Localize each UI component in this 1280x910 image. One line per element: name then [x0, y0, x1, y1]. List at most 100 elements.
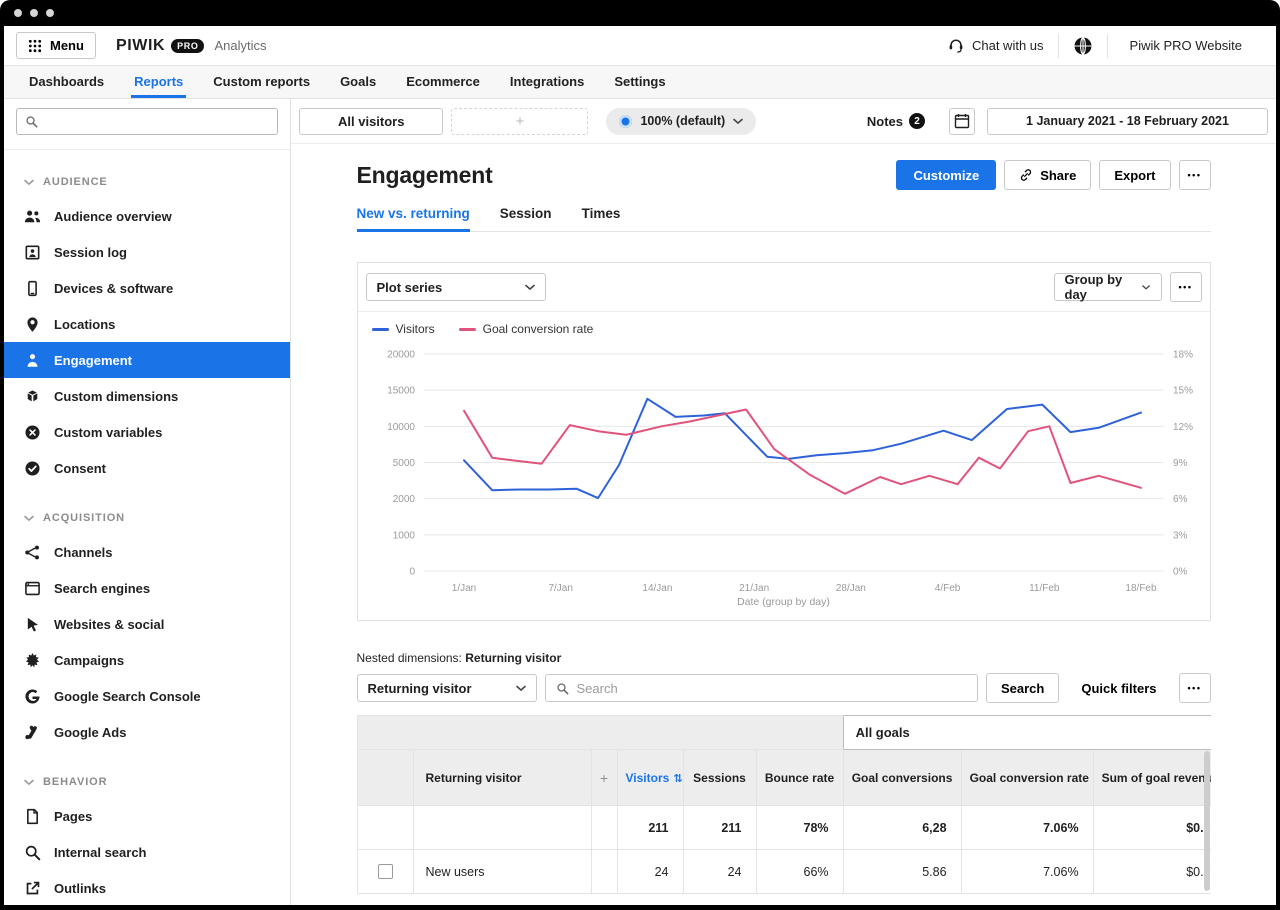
plot-series-label: Plot series	[377, 280, 443, 295]
table-more-button[interactable]: •••	[1179, 673, 1211, 703]
share-link-icon	[1019, 168, 1033, 182]
report-toolbar: All visitors + 100% (default) Notes 2	[291, 99, 1276, 144]
customize-button[interactable]: Customize	[896, 160, 996, 190]
column-header-goal-conversions[interactable]: Goal conversions	[843, 750, 961, 806]
group-by-select[interactable]: Group by day	[1054, 273, 1162, 301]
nav-tab-ecommerce[interactable]: Ecommerce	[391, 66, 495, 98]
sidebar-item-campaigns[interactable]: Campaigns	[4, 642, 290, 678]
nav-tab-settings[interactable]: Settings	[599, 66, 680, 98]
sidebar-item-pages[interactable]: Pages	[4, 798, 290, 834]
sidebar-item-google-search-console[interactable]: Google Search Console	[4, 678, 290, 714]
sidebar-item-custom-variables[interactable]: Custom variables	[4, 414, 290, 450]
sidebar-section-audience: AUDIENCE Audience overviewSession logDevi…	[4, 166, 290, 486]
channels-icon	[24, 544, 41, 561]
series-goal-conversion-rate	[464, 410, 1141, 494]
sidebar-item-google-ads[interactable]: Google Ads	[4, 714, 290, 750]
table-search-input[interactable]	[577, 681, 967, 696]
chart-more-button[interactable]: •••	[1170, 272, 1202, 302]
svg-text:9%: 9%	[1173, 458, 1188, 469]
sidebar-item-audience-overview[interactable]: Audience overview	[4, 198, 290, 234]
date-range-picker[interactable]: 1 January 2021 - 18 February 2021	[987, 108, 1268, 135]
sample-size-selector[interactable]: 100% (default)	[606, 108, 756, 135]
window-control-dot[interactable]	[30, 9, 38, 17]
column-header-bounce-rate[interactable]: Bounce rate	[756, 750, 843, 806]
chat-with-us-button[interactable]: Chat with us	[947, 37, 1044, 55]
sidebar-item-websites-social[interactable]: Websites & social	[4, 606, 290, 642]
row-value-cell: 5.86	[843, 850, 961, 894]
all-goals-header[interactable]: All goals	[843, 716, 1210, 750]
main-menu-button[interactable]: Menu	[16, 32, 96, 59]
nav-tab-goals[interactable]: Goals	[325, 66, 391, 98]
nav-tab-integrations[interactable]: Integrations	[495, 66, 599, 98]
piwik-pro-website-link[interactable]: Piwik PRO Website	[1122, 38, 1264, 53]
table-scrollbar[interactable]	[1204, 751, 1210, 891]
search-button[interactable]: Search	[986, 673, 1059, 703]
export-button[interactable]: Export	[1099, 160, 1170, 190]
column-header-sessions[interactable]: Sessions	[683, 750, 756, 806]
notes-button[interactable]: Notes 2	[867, 113, 925, 129]
sidebar-item-search-engines[interactable]: Search engines	[4, 570, 290, 606]
engagement-icon	[24, 352, 41, 369]
column-header-visitors[interactable]: Visitors⇅	[617, 750, 683, 806]
globe-icon[interactable]	[1073, 36, 1093, 56]
nav-tab-dashboards[interactable]: Dashboards	[14, 66, 119, 98]
add-segment-button[interactable]: +	[451, 108, 588, 135]
column-header-sum-of-goal-revenue[interactable]: Sum of goal revenue	[1093, 750, 1210, 806]
sidebar-item-locations[interactable]: Locations	[4, 306, 290, 342]
row-checkbox[interactable]	[378, 864, 393, 879]
consent-icon	[24, 460, 41, 477]
dimension-select[interactable]: Returning visitor	[357, 674, 537, 702]
sidebar-item-consent[interactable]: Consent	[4, 450, 290, 486]
calendar-button[interactable]	[949, 108, 975, 135]
group-by-label: Group by day	[1065, 272, 1133, 302]
column-header-goal-conversion-rate[interactable]: Goal conversion rate	[961, 750, 1093, 806]
more-icon: •••	[1179, 283, 1193, 292]
sidebar-item-channels[interactable]: Channels	[4, 534, 290, 570]
table-search-box[interactable]	[545, 674, 978, 702]
sidebar-section-header-acquisition[interactable]: ACQUISITION	[4, 502, 290, 534]
sidebar-item-engagement[interactable]: Engagement	[4, 342, 290, 378]
sidebar-item-internal-search[interactable]: Internal search	[4, 834, 290, 870]
chevron-down-icon	[733, 118, 743, 125]
legend-label: Goal conversion rate	[483, 322, 594, 336]
chart-x-axis-label: Date (group by day)	[358, 596, 1210, 620]
sidebar-item-label: Custom variables	[54, 425, 162, 440]
column-header-checkbox[interactable]	[357, 750, 413, 806]
legend-visitors[interactable]: Visitors	[372, 322, 435, 336]
websites-social-icon	[24, 616, 41, 633]
sidebar-item-session-log[interactable]: Session log	[4, 234, 290, 270]
more-actions-button[interactable]: •••	[1179, 160, 1211, 190]
sidebar-item-label: Google Ads	[54, 725, 126, 740]
svg-text:0: 0	[409, 567, 415, 578]
legend-goal-conversion-rate[interactable]: Goal conversion rate	[459, 322, 594, 336]
sidebar-search-input[interactable]	[45, 114, 269, 129]
sidebar-section-behavior: BEHAVIORPagesInternal searchOutlinks	[4, 766, 290, 905]
nav-tab-custom-reports[interactable]: Custom reports	[198, 66, 325, 98]
session-log-icon	[24, 244, 41, 261]
sidebar-search-box[interactable]	[16, 108, 278, 135]
sidebar-item-custom-dimensions[interactable]: Custom dimensions	[4, 378, 290, 414]
window-control-dot[interactable]	[46, 9, 54, 17]
nav-tab-reports[interactable]: Reports	[119, 66, 198, 98]
column-header-returning-visitor[interactable]: Returning visitor	[413, 750, 591, 806]
quick-filters-button[interactable]: Quick filters	[1067, 673, 1170, 703]
column-header-blank[interactable]: +	[591, 750, 617, 806]
sidebar-section-header-behavior[interactable]: BEHAVIOR	[4, 766, 290, 798]
row-value-cell: 66%	[756, 850, 843, 894]
google-ads-icon	[24, 724, 41, 741]
sidebar-section-title: AUDIENCE	[43, 176, 108, 188]
sidebar-item-outlinks[interactable]: Outlinks	[4, 870, 290, 905]
share-button[interactable]: Share	[1004, 160, 1091, 190]
sidebar-section-header-audience[interactable]: AUDIENCE	[4, 166, 290, 198]
all-visitors-segment-button[interactable]: All visitors	[299, 108, 443, 135]
logo-product-name: Analytics	[214, 38, 266, 53]
window-control-dot[interactable]	[14, 9, 22, 17]
row-value-cell: 211	[617, 806, 683, 850]
plot-series-select[interactable]: Plot series	[366, 273, 546, 301]
tab-new-vs-returning[interactable]: New vs. returning	[357, 206, 470, 231]
divider	[1107, 34, 1108, 58]
tab-times[interactable]: Times	[582, 206, 621, 231]
sidebar-item-devices-software[interactable]: Devices & software	[4, 270, 290, 306]
piwik-logo[interactable]: PIWIK PRO Analytics	[116, 37, 267, 55]
tab-session[interactable]: Session	[500, 206, 552, 231]
